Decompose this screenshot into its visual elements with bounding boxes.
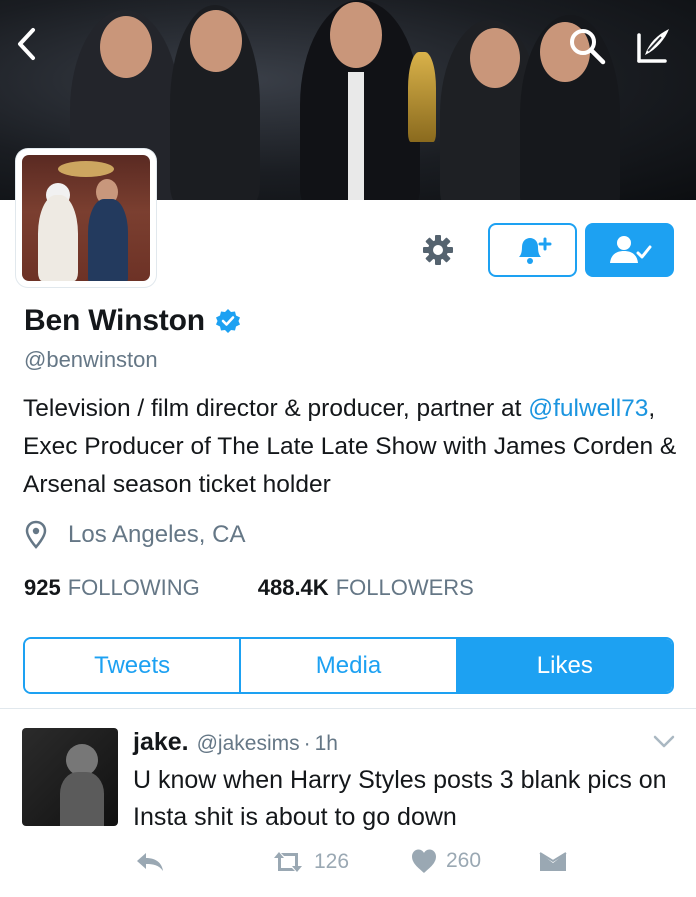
tweet-header: jake. @jakesims · 1h bbox=[133, 728, 338, 757]
profile-bio: Television / film director & producer, p… bbox=[23, 390, 683, 504]
tweet-author-handle[interactable]: @jakesims bbox=[197, 732, 300, 756]
avatar-photo bbox=[22, 155, 150, 281]
following-count: 925 bbox=[24, 575, 61, 600]
profile-name-row: Ben Winston bbox=[24, 304, 241, 338]
chevron-down-icon bbox=[653, 735, 675, 748]
like-button[interactable]: 260 bbox=[410, 848, 481, 874]
retweet-button[interactable]: 126 bbox=[270, 850, 349, 874]
tweet-separator: · bbox=[303, 732, 311, 755]
followers-stat[interactable]: 488.4K FOLLOWERS bbox=[258, 575, 474, 601]
bell-plus-icon bbox=[518, 237, 551, 264]
bio-mention-link[interactable]: @fulwell73 bbox=[528, 395, 648, 422]
location-text: Los Angeles, CA bbox=[68, 521, 246, 548]
tab-likes[interactable]: Likes bbox=[455, 639, 672, 692]
tweet-menu-button[interactable] bbox=[650, 730, 678, 754]
settings-button[interactable] bbox=[416, 228, 460, 272]
profile-location: Los Angeles, CA bbox=[24, 520, 245, 550]
verified-badge-icon bbox=[215, 308, 241, 334]
following-button[interactable] bbox=[585, 223, 674, 277]
tweet-timestamp: 1h bbox=[314, 732, 338, 755]
profile-avatar[interactable] bbox=[16, 149, 156, 287]
tab-tweets[interactable]: Tweets bbox=[25, 639, 240, 692]
gear-icon bbox=[423, 235, 453, 265]
tweet-actions: 126 260 bbox=[0, 846, 696, 880]
tab-media[interactable]: Media bbox=[239, 639, 456, 692]
like-count: 260 bbox=[446, 849, 482, 872]
followers-label: FOLLOWERS bbox=[335, 575, 474, 600]
compose-icon bbox=[637, 29, 669, 63]
followers-count: 488.4K bbox=[257, 575, 329, 600]
divider bbox=[0, 708, 696, 709]
reply-button[interactable] bbox=[134, 850, 166, 874]
envelope-icon bbox=[539, 852, 567, 871]
user-check-icon bbox=[609, 236, 651, 263]
search-icon bbox=[570, 29, 606, 65]
location-pin-icon bbox=[24, 520, 48, 550]
profile-name: Ben Winston bbox=[24, 304, 205, 337]
back-button[interactable] bbox=[6, 24, 46, 64]
profile-stats: 925 FOLLOWING 488.4K FOLLOWERS bbox=[24, 575, 474, 601]
reply-icon bbox=[137, 853, 163, 871]
search-button[interactable] bbox=[565, 24, 609, 68]
retweet-icon bbox=[274, 852, 302, 872]
tweet-author-avatar[interactable] bbox=[22, 728, 118, 826]
profile-tabs: Tweets Media Likes bbox=[23, 637, 674, 694]
following-label: FOLLOWING bbox=[67, 575, 200, 600]
following-stat[interactable]: 925 FOLLOWING bbox=[24, 575, 200, 601]
bio-text: Television / film director & producer, p… bbox=[23, 395, 529, 422]
compose-button[interactable] bbox=[628, 22, 676, 70]
tweet-author-name[interactable]: jake. bbox=[133, 728, 189, 757]
direct-message-button[interactable] bbox=[538, 850, 568, 874]
tweet-text: U know when Harry Styles posts 3 blank p… bbox=[133, 766, 667, 831]
heart-icon bbox=[412, 849, 436, 873]
chevron-left-icon bbox=[18, 28, 35, 60]
retweet-count: 126 bbox=[314, 850, 350, 873]
notifications-button[interactable] bbox=[488, 223, 577, 277]
profile-handle: @benwinston bbox=[24, 347, 158, 372]
